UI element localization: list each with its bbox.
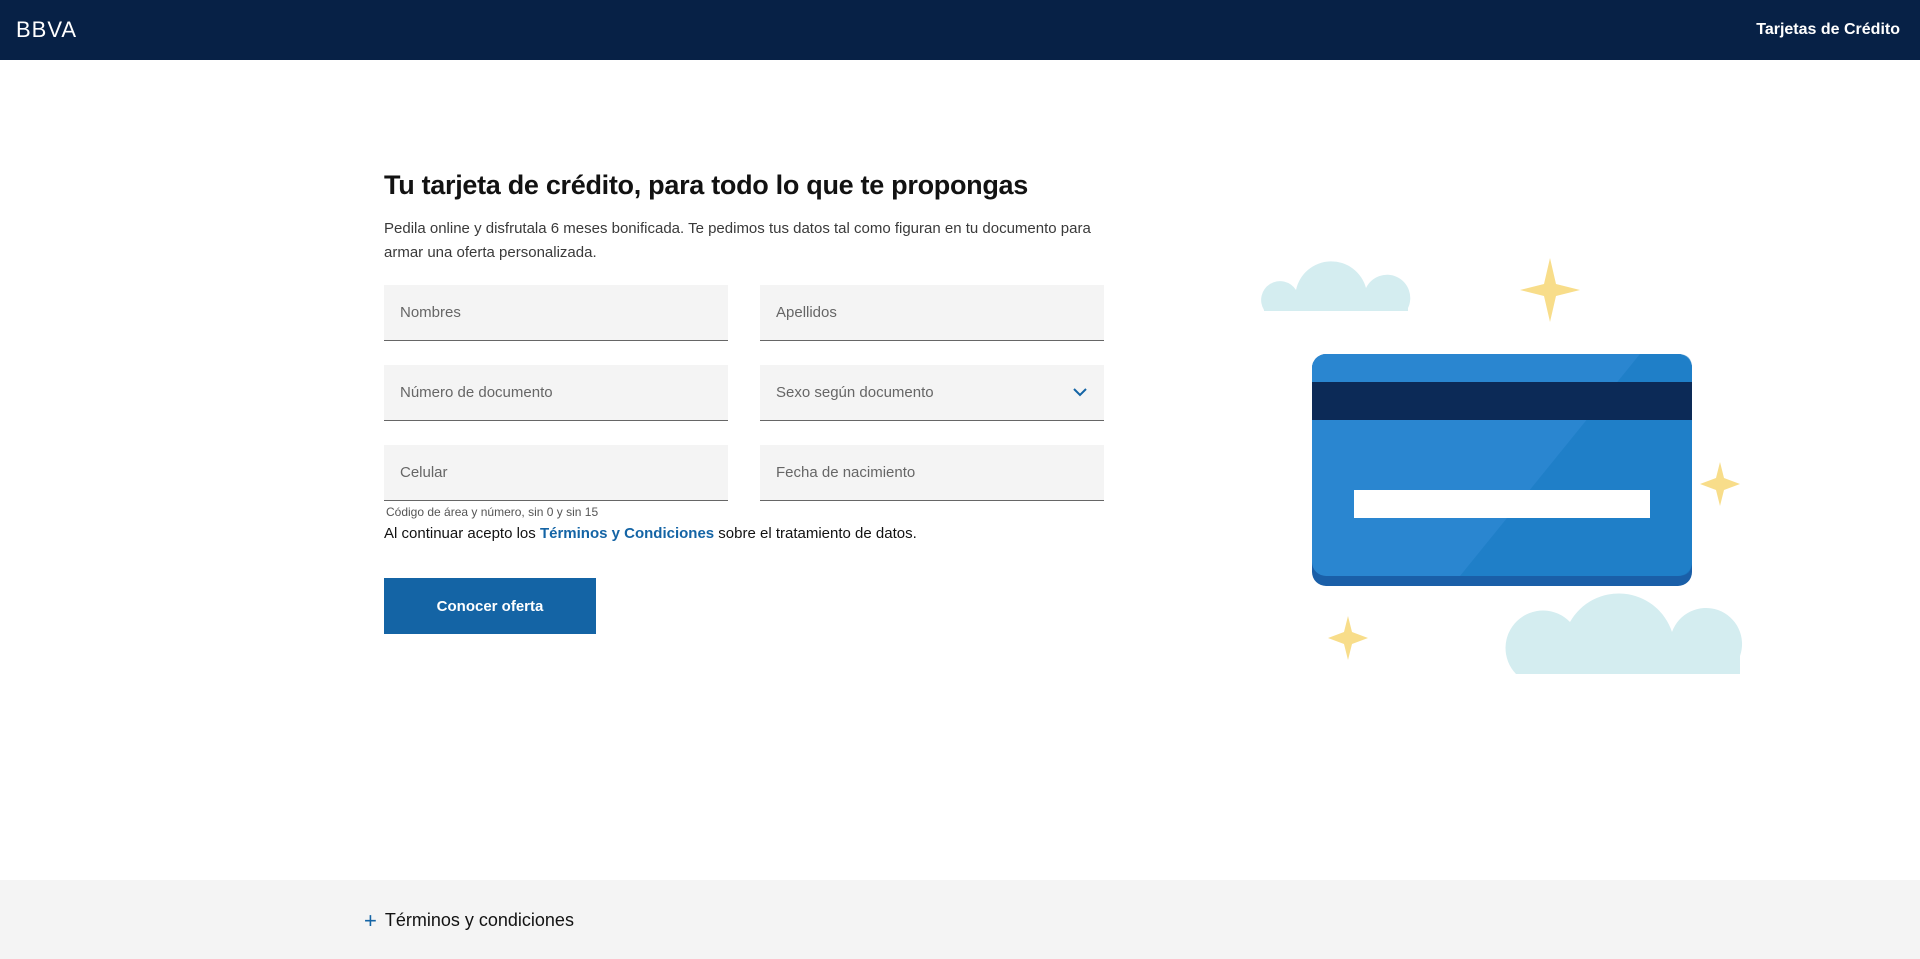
fecha-input[interactable] <box>760 445 1104 500</box>
application-form: Sexo según documento Código de área y nú… <box>384 285 1104 519</box>
page-subtitle: Pedila online y disfrutala 6 meses bonif… <box>384 220 1091 261</box>
footer: + Términos y condiciones <box>0 880 1920 959</box>
terms-accordion[interactable]: + Términos y condiciones <box>364 907 574 933</box>
plus-icon: + <box>364 907 377 933</box>
terms-text: Al continuar acepto los Términos y Condi… <box>384 525 1104 542</box>
nombres-field[interactable] <box>384 285 728 341</box>
nombres-input[interactable] <box>384 285 728 340</box>
page-title: Tu tarjeta de crédito, para todo lo que … <box>384 170 1028 200</box>
sparkle-icon <box>1700 462 1740 506</box>
sparkle-icon <box>1328 616 1368 660</box>
celular-cell: Código de área y número, sin 0 y sin 15 <box>384 445 728 519</box>
terms-accordion-label: Términos y condiciones <box>384 910 574 930</box>
credit-card-illustration-svg <box>1261 258 1743 674</box>
sexo-select-label: Sexo según documento <box>776 384 934 401</box>
cloud-icon <box>1261 261 1411 311</box>
chevron-down-icon <box>1072 385 1088 401</box>
celular-helper-text: Código de área y número, sin 0 y sin 15 <box>386 505 599 519</box>
top-header: BBVA Tarjetas de Crédito <box>0 0 1920 60</box>
bbva-logo[interactable]: BBVA <box>16 17 77 43</box>
sexo-select[interactable]: Sexo según documento <box>760 365 1104 421</box>
main-content: Tu tarjeta de crédito, para todo lo que … <box>384 170 1104 634</box>
terms-suffix: sobre el tratamiento de datos. <box>714 525 917 542</box>
celular-input[interactable] <box>384 445 728 500</box>
documento-input[interactable] <box>384 365 728 420</box>
conocer-oferta-button[interactable]: Conocer oferta <box>384 578 596 634</box>
terms-link[interactable]: Términos y Condiciones <box>540 525 714 542</box>
fecha-cell <box>760 445 1104 519</box>
sparkle-icon <box>1520 258 1580 322</box>
terms-prefix: Al continuar acepto los <box>384 525 540 542</box>
credit-card-icon <box>1312 354 1692 586</box>
nav-link-tarjetas-credito[interactable]: Tarjetas de Crédito <box>1756 21 1900 39</box>
apellidos-input[interactable] <box>760 285 1104 340</box>
documento-field[interactable] <box>384 365 728 421</box>
fecha-field[interactable] <box>760 445 1104 501</box>
cloud-icon <box>1505 593 1743 674</box>
credit-card-illustration <box>1260 240 1750 680</box>
apellidos-field[interactable] <box>760 285 1104 341</box>
celular-field[interactable] <box>384 445 728 501</box>
